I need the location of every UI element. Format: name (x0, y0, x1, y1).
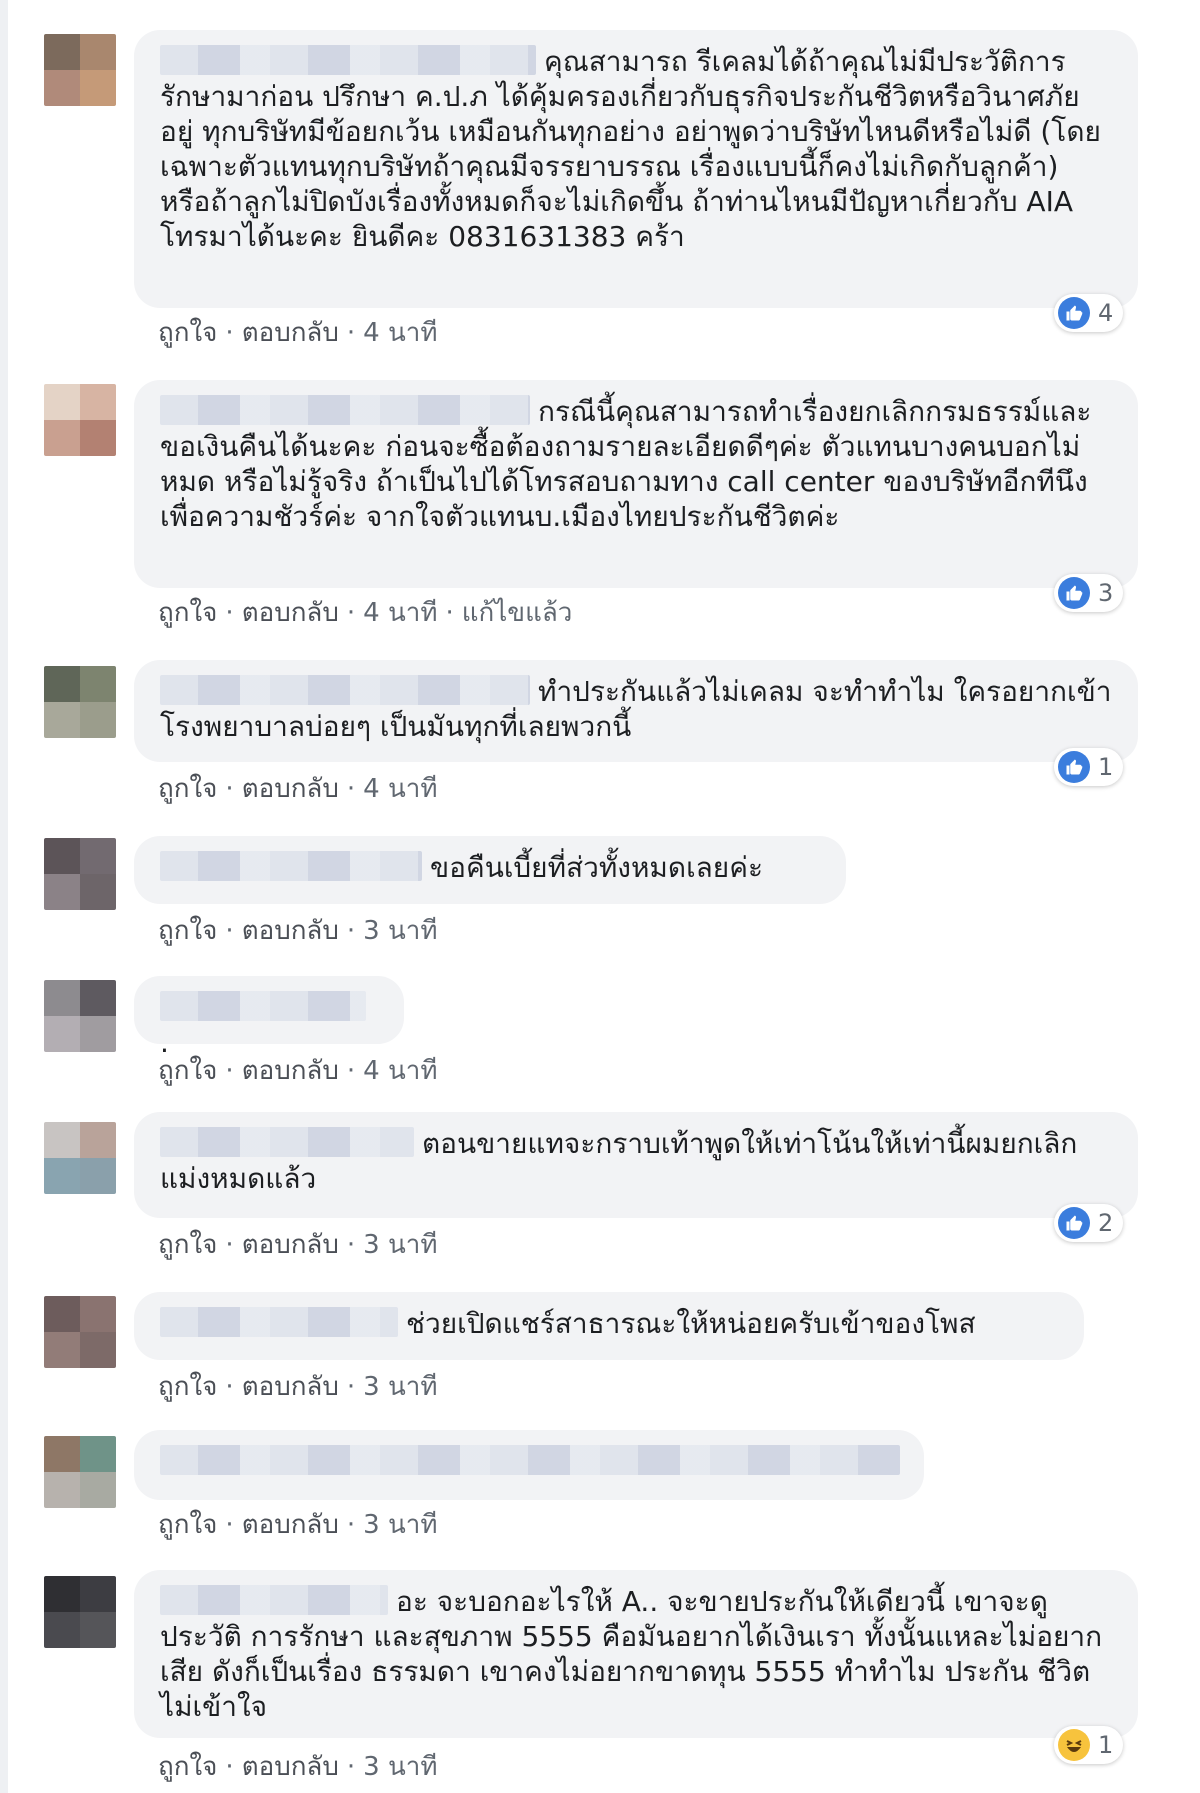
comment-bubble (134, 1430, 924, 1500)
comment-bubble: ตอนขายแทจะกราบเท้าพูดให้เท่าโน้นให้เท่าน… (134, 1112, 1138, 1218)
commenter-name-blurred[interactable] (160, 991, 366, 1021)
left-divider (0, 0, 8, 1793)
timestamp[interactable]: 4 นาที (363, 774, 437, 804)
like-link[interactable]: ถูกใจ (158, 774, 217, 804)
reaction-count: 1 (1098, 753, 1114, 781)
reaction-count: 2 (1098, 1209, 1114, 1237)
comment-actions: ถูกใจ · ตอบกลับ · 3 นาที (158, 1752, 438, 1782)
avatar[interactable] (44, 838, 116, 910)
like-icon (1058, 1207, 1090, 1239)
reply-link[interactable]: ตอบกลับ (242, 774, 339, 804)
avatar[interactable] (44, 1576, 116, 1648)
comment-actions: ถูกใจ · ตอบกลับ · 4 นาที (158, 1056, 438, 1086)
comment-actions: ถูกใจ · ตอบกลับ · 4 นาที (158, 318, 438, 348)
timestamp[interactable]: 4 นาที (363, 318, 437, 348)
reaction-badge[interactable]: 1 (1054, 748, 1124, 786)
comment-bubble: ช่วยเปิดแชร์สาธารณะให้หน่อยครับเข้าของโพ… (134, 1292, 1084, 1360)
avatar[interactable] (44, 1436, 116, 1508)
reaction-count: 1 (1098, 1731, 1114, 1759)
timestamp[interactable]: 3 นาที (363, 1230, 437, 1260)
avatar[interactable] (44, 1296, 116, 1368)
comment-bubble: อะ จะบอกอะไรให้ A.. จะขายประกันให้เดียวน… (134, 1570, 1138, 1738)
commenter-name-blurred[interactable] (160, 1127, 414, 1157)
avatar[interactable] (44, 1122, 116, 1194)
commenter-name-blurred[interactable] (160, 675, 530, 705)
reply-link[interactable]: ตอบกลับ (242, 916, 339, 946)
like-link[interactable]: ถูกใจ (158, 1510, 217, 1540)
comment-actions: ถูกใจ · ตอบกลับ · 3 นาที (158, 1230, 438, 1260)
commenter-name-blurred[interactable] (160, 395, 530, 425)
comment-actions: ถูกใจ · ตอบกลับ · 3 นาที (158, 916, 438, 946)
like-icon (1058, 751, 1090, 783)
reply-link[interactable]: ตอบกลับ (242, 1230, 339, 1260)
comment-text: ขอคืนเบี้ยที่ส่วทั้งหมดเลยค่ะ (430, 851, 763, 884)
like-link[interactable]: ถูกใจ (158, 598, 217, 628)
avatar[interactable] (44, 666, 116, 738)
comment-actions: ถูกใจ · ตอบกลับ · 3 นาที (158, 1372, 438, 1402)
comment-bubble: ทำประกันแล้วไม่เคลม จะทำทำไม ใครอยากเข้า… (134, 660, 1138, 762)
like-link[interactable]: ถูกใจ (158, 1752, 217, 1782)
reply-link[interactable]: ตอบกลับ (242, 1372, 339, 1402)
commenter-name-blurred[interactable] (160, 1445, 900, 1475)
like-icon (1058, 577, 1090, 609)
comment-bubble: ขอคืนเบี้ยที่ส่วทั้งหมดเลยค่ะ (134, 836, 846, 904)
comment-bubble: . (134, 976, 404, 1059)
comment-text: ช่วยเปิดแชร์สาธารณะให้หน่อยครับเข้าของโพ… (406, 1307, 976, 1340)
like-link[interactable]: ถูกใจ (158, 916, 217, 946)
like-link[interactable]: ถูกใจ (158, 1230, 217, 1260)
comment-bubble: คุณสามารถ รีเคลมได้ถ้าคุณไม่มีประวัติการ… (134, 30, 1138, 308)
like-link[interactable]: ถูกใจ (158, 1372, 217, 1402)
timestamp[interactable]: 3 นาที (363, 1510, 437, 1540)
comment-text: คุณสามารถ รีเคลมได้ถ้าคุณไม่มีประวัติการ… (160, 45, 1101, 253)
timestamp[interactable]: 4 นาที (363, 1056, 437, 1086)
commenter-name-blurred[interactable] (160, 45, 536, 75)
timestamp[interactable]: 3 นาที (363, 1752, 437, 1782)
haha-icon (1058, 1729, 1090, 1761)
reply-link[interactable]: ตอบกลับ (242, 1510, 339, 1540)
commenter-name-blurred[interactable] (160, 851, 422, 881)
comment-actions: ถูกใจ · ตอบกลับ · 4 นาที · แก้ไขแล้ว (158, 598, 573, 628)
like-icon (1058, 297, 1090, 329)
reaction-count: 3 (1098, 579, 1114, 607)
reaction-badge[interactable]: 3 (1054, 574, 1124, 612)
reaction-badge[interactable]: 1 (1054, 1726, 1124, 1764)
edited-label[interactable]: แก้ไขแล้ว (462, 598, 573, 628)
avatar[interactable] (44, 34, 116, 106)
timestamp[interactable]: 3 นาที (363, 1372, 437, 1402)
reply-link[interactable]: ตอบกลับ (242, 1752, 339, 1782)
like-link[interactable]: ถูกใจ (158, 318, 217, 348)
commenter-name-blurred[interactable] (160, 1585, 388, 1615)
reaction-badge[interactable]: 2 (1054, 1204, 1124, 1242)
reply-link[interactable]: ตอบกลับ (242, 1056, 339, 1086)
reply-link[interactable]: ตอบกลับ (242, 598, 339, 628)
reply-link[interactable]: ตอบกลับ (242, 318, 339, 348)
comment-actions: ถูกใจ · ตอบกลับ · 4 นาที (158, 774, 438, 804)
like-link[interactable]: ถูกใจ (158, 1056, 217, 1086)
reaction-badge[interactable]: 4 (1054, 294, 1124, 332)
reaction-count: 4 (1098, 299, 1114, 327)
commenter-name-blurred[interactable] (160, 1307, 398, 1337)
avatar[interactable] (44, 384, 116, 456)
timestamp[interactable]: 3 นาที (363, 916, 437, 946)
comment-bubble: กรณีนี้คุณสามารถทำเรื่องยกเลิกกรมธรรม์แล… (134, 380, 1138, 588)
timestamp[interactable]: 4 นาที (363, 598, 437, 628)
comment-actions: ถูกใจ · ตอบกลับ · 3 นาที (158, 1510, 438, 1540)
avatar[interactable] (44, 980, 116, 1052)
